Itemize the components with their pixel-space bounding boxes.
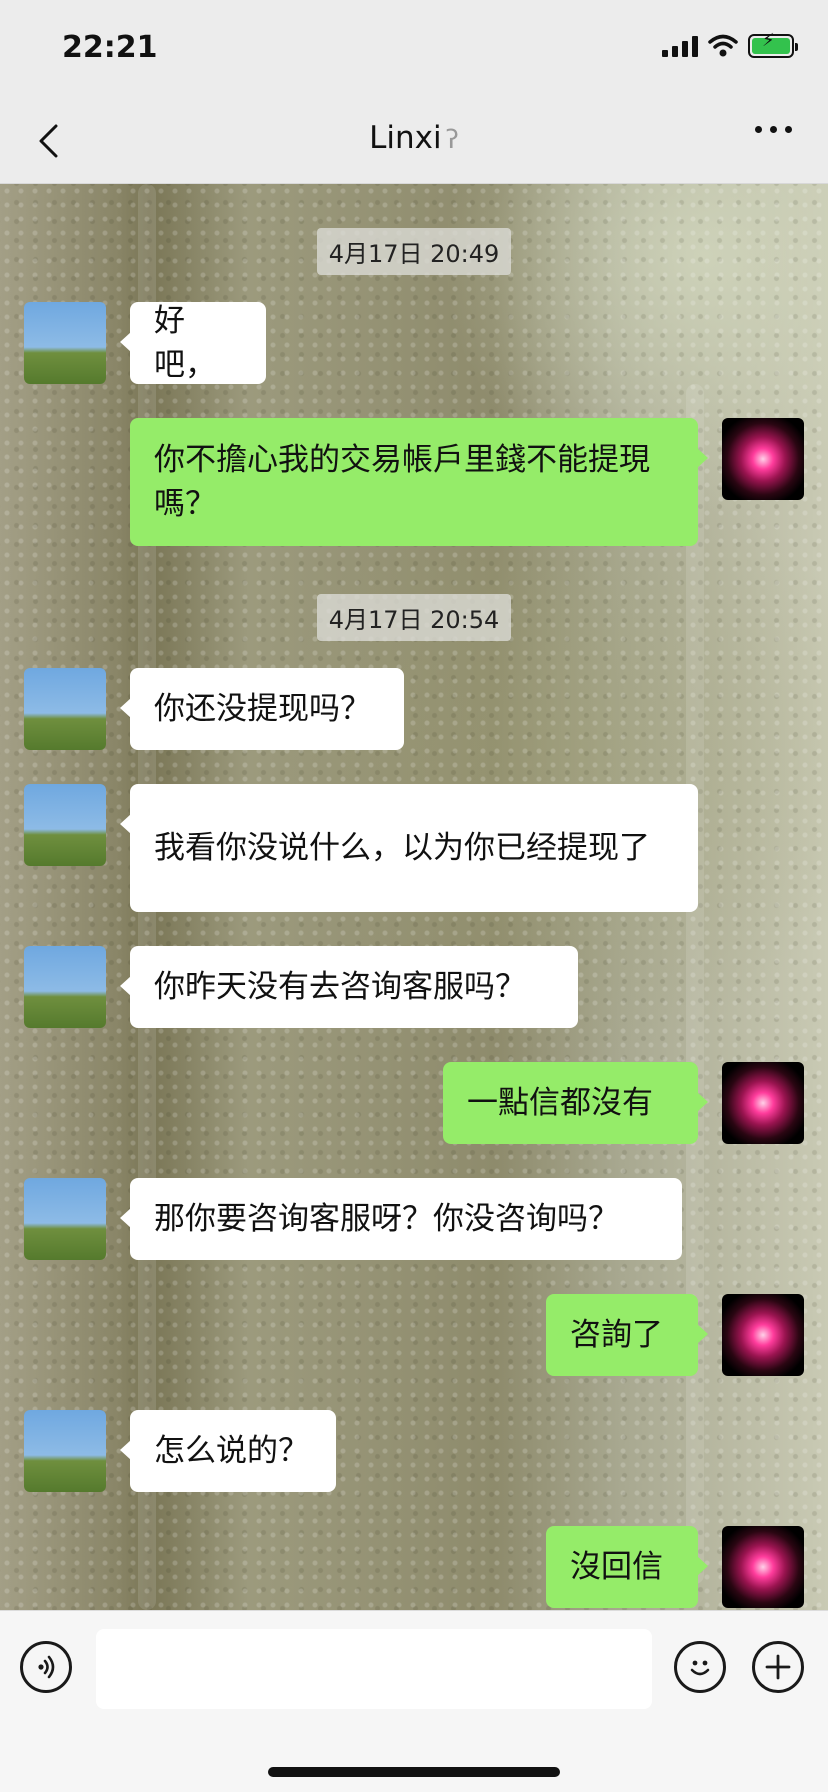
input-bar [0,1610,828,1792]
ear-icon: ʔ [445,125,459,155]
my-avatar[interactable] [722,1526,804,1608]
my-avatar[interactable] [722,1062,804,1144]
message-bubble-incoming[interactable]: 你还没提现吗？ [120,668,404,750]
timestamp: 4月17日 20:49 [0,228,828,275]
plus-icon [765,1654,791,1680]
emoji-icon [690,1660,710,1676]
contact-avatar[interactable] [24,1410,106,1492]
contact-avatar[interactable] [24,668,106,750]
chat-area[interactable]: 4月17日 20:49 好吧， 你不擔心我的交易帳戶里錢不能提現嗎？ 4月17日… [0,184,828,1610]
status-time: 22:21 [62,30,158,65]
voice-button[interactable] [20,1641,72,1693]
message-bubble-incoming[interactable]: 我看你没说什么，以为你已经提现了 [120,784,698,912]
signal-icon [662,35,698,57]
status-icons: ⚡ [662,32,798,58]
message-bubble-incoming[interactable]: 怎么说的？ [120,1410,336,1492]
voice-icon [38,1655,55,1679]
chat-title: Linxi ʔ [0,120,828,156]
home-indicator [268,1767,560,1777]
contact-avatar[interactable] [24,784,106,866]
message-input[interactable] [96,1629,652,1709]
background-streak [686,384,704,1584]
wifi-icon [708,34,738,57]
emoji-button[interactable] [674,1641,726,1693]
message-bubble-outgoing[interactable]: 咨詢了 [546,1294,708,1376]
message-bubble-incoming[interactable]: 那你要咨询客服呀？你没咨询吗？ [120,1178,682,1260]
more-options-button[interactable] [755,126,792,133]
timestamp: 4月17日 20:54 [0,594,828,641]
contact-avatar[interactable] [24,302,106,384]
message-bubble-outgoing[interactable]: 一點信都沒有 [443,1062,708,1144]
message-bubble-outgoing[interactable]: 沒回信 [546,1526,708,1608]
my-avatar[interactable] [722,1294,804,1376]
battery-icon: ⚡ [748,32,798,58]
contact-avatar[interactable] [24,946,106,1028]
my-avatar[interactable] [722,418,804,500]
more-functions-button[interactable] [752,1641,804,1693]
message-bubble-incoming[interactable]: 好吧， [120,302,266,384]
contact-name: Linxi [369,120,442,156]
message-bubble-incoming[interactable]: 你昨天没有去咨询客服吗？ [120,946,578,1028]
message-bubble-outgoing[interactable]: 你不擔心我的交易帳戶里錢不能提現嗎？ [130,418,708,546]
chat-header: 22:21 ⚡ Linxi ʔ [0,0,828,184]
contact-avatar[interactable] [24,1178,106,1260]
